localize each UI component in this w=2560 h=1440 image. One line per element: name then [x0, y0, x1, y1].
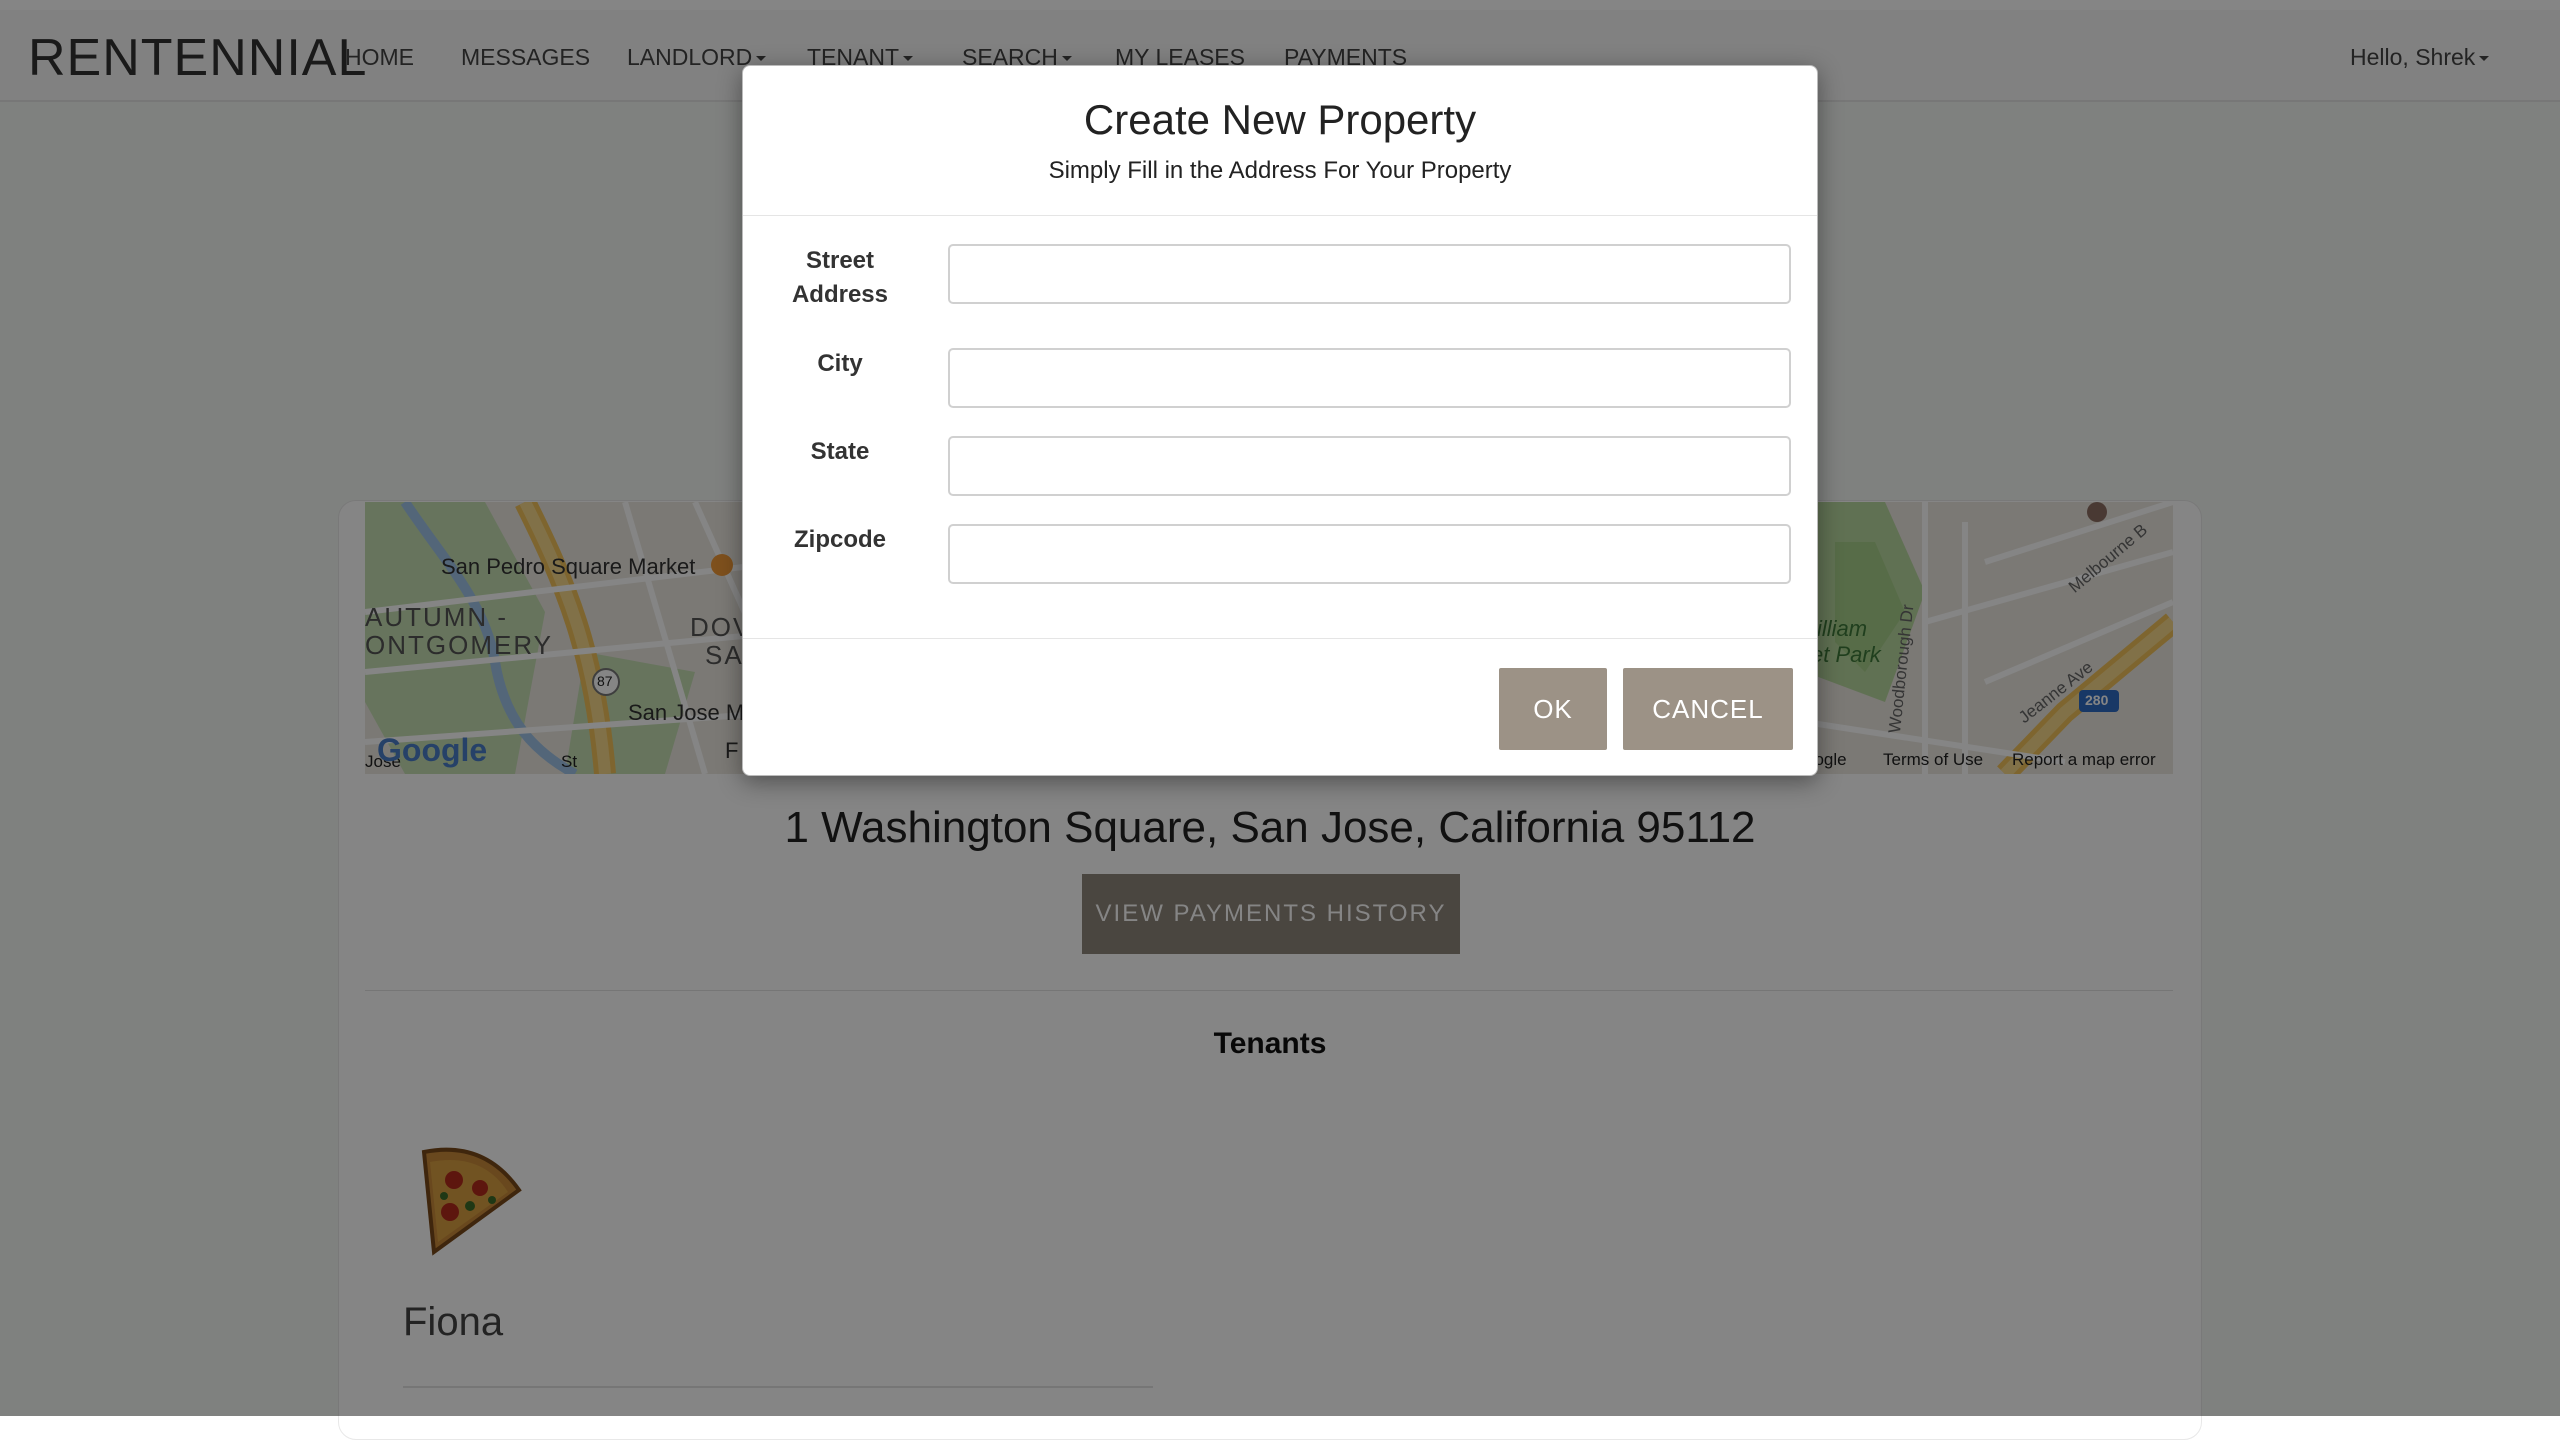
state-input[interactable]	[948, 436, 1791, 496]
state-label: State	[810, 438, 870, 465]
modal-subtitle: Simply Fill in the Address For Your Prop…	[1048, 157, 1512, 184]
create-property-modal: Create New Property Simply Fill in the A…	[742, 65, 1818, 776]
street-address-input[interactable]	[948, 244, 1791, 304]
cancel-button[interactable]: CANCEL	[1623, 668, 1793, 750]
city-label: City	[817, 350, 863, 377]
zipcode-input[interactable]	[948, 524, 1791, 584]
street-label-line2: Address	[791, 281, 889, 308]
city-input[interactable]	[948, 348, 1791, 408]
modal-footer-divider	[743, 638, 1817, 639]
modal-title: Create New Property	[1083, 96, 1477, 143]
street-address-label: Street Address	[765, 244, 915, 312]
ok-button[interactable]: OK	[1499, 668, 1607, 750]
zipcode-label: Zipcode	[793, 526, 886, 553]
street-label-line1: Street	[805, 247, 875, 274]
modal-header-divider	[743, 215, 1817, 216]
